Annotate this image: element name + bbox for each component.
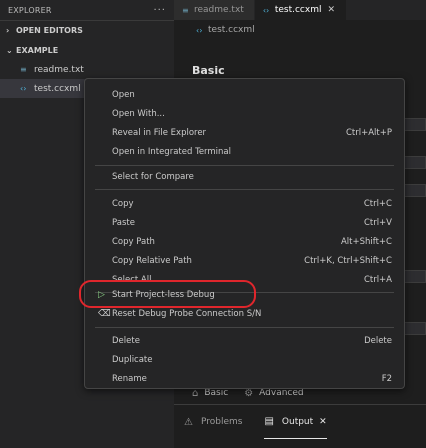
bottom-tab-label: Basic (204, 388, 229, 398)
file-label: readme.txt (34, 64, 84, 75)
file-item-readme[interactable]: ≡ readme.txt (0, 60, 174, 79)
menu-item-label: Open With... (112, 108, 165, 119)
menu-item-label: Rename (112, 373, 147, 384)
tab-label: test.ccxml (274, 5, 322, 15)
menu-item-shortcut: Ctrl+V (363, 217, 392, 228)
menu-item-delete[interactable]: Delete Delete (85, 331, 404, 350)
menu-item-duplicate[interactable]: Duplicate (85, 350, 404, 369)
menu-item-label: Copy Relative Path (112, 255, 192, 266)
menu-item-reveal-in-file-explorer[interactable]: Reveal in File Explorer Ctrl+Alt+P (85, 123, 404, 142)
xml-file-icon: ‹› (262, 5, 270, 15)
menu-item-open[interactable]: Open (85, 85, 404, 104)
breadcrumb: ‹› test.ccxml (174, 20, 426, 40)
menu-item-copy-relative-path[interactable]: Copy Relative Path Ctrl+K, Ctrl+Shift+C (85, 251, 404, 270)
tab-test-ccxml[interactable]: ‹› test.ccxml ✕ (254, 0, 347, 20)
warning-icon: ⚠ (184, 416, 193, 428)
close-icon[interactable]: ✕ (319, 417, 327, 427)
home-icon: ⌂ (192, 387, 199, 399)
tab-problems[interactable]: ⚠ Problems (184, 405, 242, 439)
text-file-icon: ≡ (20, 65, 27, 74)
context-menu: Open Open With... Reveal in File Explore… (84, 78, 405, 389)
menu-item-shortcut: Ctrl+C (363, 198, 392, 209)
menu-item-label: Reset Debug Probe Connection S/N (112, 308, 262, 319)
breadcrumb-file[interactable]: test.ccxml (208, 25, 255, 35)
menu-item-label: Copy (112, 198, 134, 209)
menu-item-label: Copy Path (112, 236, 155, 247)
menu-item-start-project-less-debug[interactable]: ▷ Start Project-less Debug (85, 285, 404, 304)
menu-item-label: Open (112, 89, 135, 100)
panel-tabs: ⚠ Problems ▤ Output ✕ (174, 405, 426, 439)
chevron-right-icon: › (6, 26, 10, 35)
menu-item-open-in-terminal[interactable]: Open in Integrated Terminal (85, 142, 404, 161)
tab-output[interactable]: ▤ Output ✕ (264, 405, 327, 439)
editor-section-title: Basic (192, 64, 225, 77)
menu-item-label: Delete (112, 335, 140, 346)
menu-item-label: Select All (112, 274, 152, 285)
menu-item-label: Duplicate (112, 354, 153, 365)
menu-separator (95, 327, 394, 328)
folder-example[interactable]: ⌄ EXAMPLE (0, 40, 174, 60)
tab-label: readme.txt (194, 5, 244, 15)
bottom-tab-label: Advanced (259, 388, 304, 398)
editor-tabbar: ≡ readme.txt ‹› test.ccxml ✕ (174, 0, 426, 20)
tab-readme[interactable]: ≡ readme.txt (174, 0, 255, 20)
menu-item-select-for-compare[interactable]: Select for Compare (85, 167, 404, 186)
menu-item-rename[interactable]: Rename F2 (85, 369, 404, 388)
eraser-icon: ⌫ (98, 308, 111, 319)
menu-item-shortcut: Ctrl+Alt+P (345, 127, 392, 138)
debug-icon: ▷ (98, 289, 105, 300)
menu-item-shortcut: Ctrl+K, Ctrl+Shift+C (304, 255, 392, 266)
menu-item-label: Reveal in File Explorer (112, 127, 207, 138)
tab-label: Problems (200, 417, 243, 427)
text-file-icon: ≡ (182, 5, 189, 15)
menu-item-shortcut: Ctrl+A (363, 274, 392, 285)
menu-item-open-with[interactable]: Open With... (85, 104, 404, 123)
folder-label: EXAMPLE (16, 45, 59, 55)
menu-item-shortcut: Delete (364, 335, 392, 346)
menu-item-label: Select for Compare (112, 171, 194, 182)
xml-file-icon: ‹› (20, 84, 27, 93)
bottom-panel: ⚠ Problems ▤ Output ✕ (174, 404, 426, 448)
bottom-tab-basic[interactable]: ⌂ Basic (192, 388, 228, 399)
menu-item-copy-path[interactable]: Copy Path Alt+Shift+C (85, 232, 404, 251)
close-icon[interactable]: ✕ (327, 5, 335, 15)
explorer-header: EXPLORER ··· (0, 0, 174, 20)
chevron-down-icon: ⌄ (6, 45, 13, 55)
file-label: test.ccxml (34, 83, 81, 94)
menu-item-shortcut: F2 (381, 373, 392, 384)
explorer-title: EXPLORER (8, 5, 52, 15)
xml-file-icon: ‹› (196, 25, 203, 35)
menu-separator (95, 165, 394, 166)
menu-item-paste[interactable]: Paste Ctrl+V (85, 213, 404, 232)
menu-item-label: Paste (112, 217, 135, 228)
menu-separator (95, 189, 394, 190)
bottom-tab-advanced[interactable]: ⚙ Advanced (244, 388, 303, 399)
open-editors-label: OPEN EDITORS (16, 26, 83, 35)
menu-item-label: Open in Integrated Terminal (112, 146, 231, 157)
output-icon: ▤ (264, 416, 274, 427)
menu-item-copy[interactable]: Copy Ctrl+C (85, 194, 404, 213)
tab-label: Output (281, 416, 314, 427)
menu-item-shortcut: Alt+Shift+C (340, 236, 392, 247)
menu-item-reset-debug-probe[interactable]: ⌫ Reset Debug Probe Connection S/N (85, 304, 404, 323)
ellipsis-icon[interactable]: ··· (153, 5, 166, 16)
gear-icon: ⚙ (244, 387, 254, 399)
menu-item-label: Start Project-less Debug (112, 289, 215, 300)
open-editors-section[interactable]: › OPEN EDITORS (0, 20, 174, 40)
